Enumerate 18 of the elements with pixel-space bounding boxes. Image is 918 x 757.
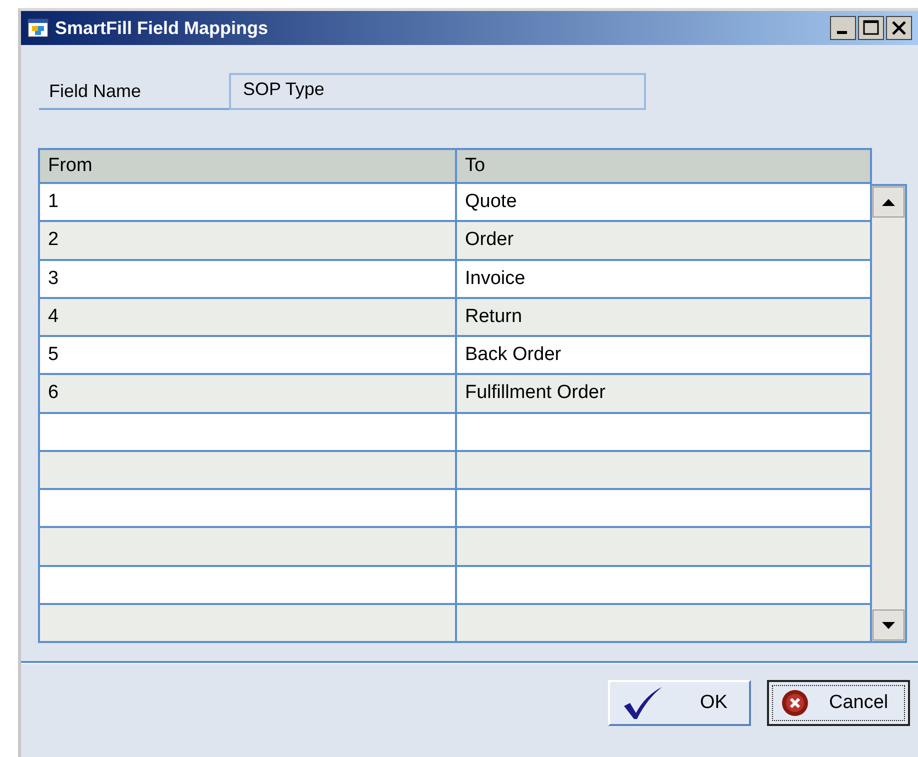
- table-cell: 6: [39, 374, 456, 412]
- column-header: To: [456, 149, 871, 183]
- table-cell: 3: [39, 260, 456, 298]
- table-cell: 2: [39, 221, 456, 260]
- table-cell: Invoice: [456, 260, 871, 298]
- table-cell: 1: [39, 183, 456, 222]
- cancel-button[interactable]: Cancel: [767, 680, 910, 726]
- table-cell: Quote: [456, 183, 871, 222]
- table-cell: Back Order: [456, 336, 871, 374]
- table-cell: 4: [39, 298, 456, 336]
- column-header: From: [39, 149, 456, 183]
- window-title: SmartFill Field Mappings: [55, 18, 270, 38]
- table-cell: 5: [39, 336, 456, 374]
- ok-button[interactable]: OK: [608, 680, 751, 726]
- table-cell: Return: [456, 298, 871, 336]
- table-cell: Fulfillment Order: [456, 374, 871, 412]
- input-field[interactable]: SOP Type: [229, 73, 646, 110]
- table-cell: Order: [456, 221, 871, 260]
